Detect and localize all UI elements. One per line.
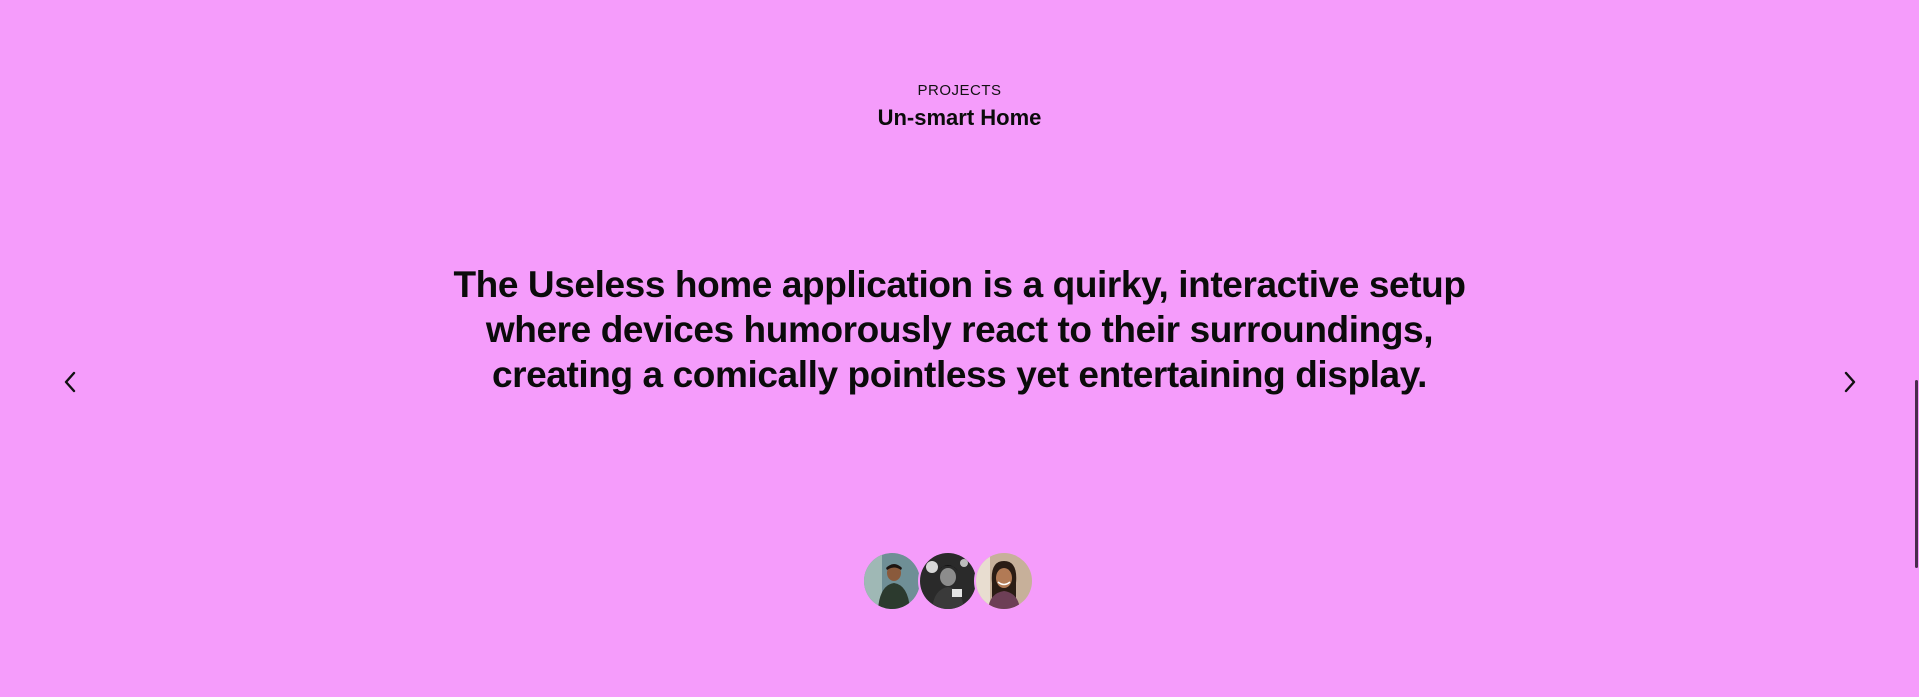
next-slide-button[interactable] <box>1832 364 1868 400</box>
avatar[interactable] <box>974 551 1034 611</box>
description-line-1: The Useless home application is a quirky… <box>453 264 1466 305</box>
avatar[interactable] <box>862 551 922 611</box>
chevron-left-icon <box>64 371 76 393</box>
previous-slide-button[interactable] <box>52 364 88 400</box>
team-member-2-photo <box>920 553 976 609</box>
description-line-3: creating a comically pointless yet enter… <box>491 354 1428 395</box>
team-avatars <box>862 551 1034 611</box>
projects-section: PROJECTS Un-smart Home The Useless home … <box>0 0 1919 697</box>
section-eyebrow: PROJECTS <box>917 82 1002 99</box>
description-text: The Useless home application is a quirky… <box>380 262 1539 397</box>
project-description: The Useless home application is a quirky… <box>380 262 1539 397</box>
team-member-3-photo <box>976 553 1032 609</box>
chevron-right-icon <box>1844 371 1856 393</box>
project-title: Un-smart Home <box>877 105 1042 130</box>
page-scrollbar[interactable] <box>1915 0 1919 697</box>
description-line-2: where devices humorously react to their … <box>485 309 1434 350</box>
avatar[interactable] <box>918 551 978 611</box>
section-header: PROJECTS Un-smart Home <box>0 82 1919 133</box>
team-member-1-photo <box>864 553 920 609</box>
scrollbar-thumb[interactable] <box>1915 380 1918 568</box>
